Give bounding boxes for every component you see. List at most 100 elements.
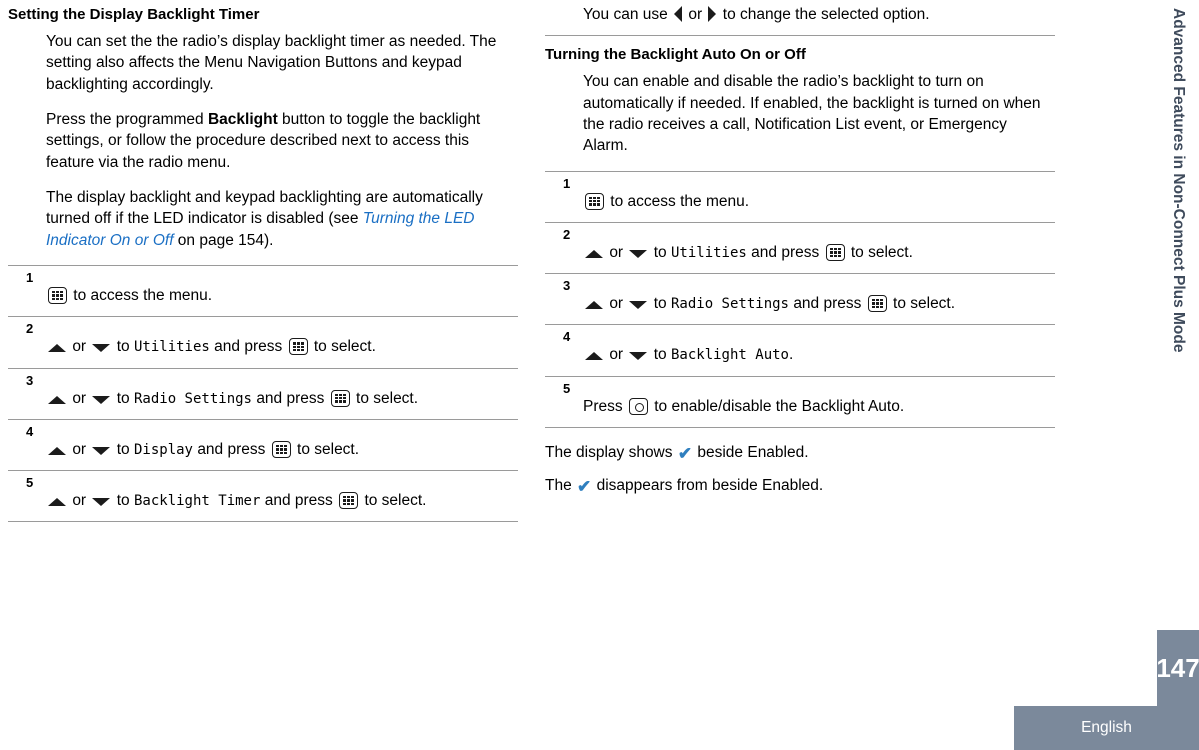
left-step-3-to-select: to select. <box>356 389 419 407</box>
left-step-2-to: to <box>116 338 130 356</box>
right-step-4-body: or to Backlight Auto. <box>583 329 1055 366</box>
right-step-3-or: or <box>609 295 624 313</box>
right-step-5-number: 5 <box>563 380 571 396</box>
arrow-up-icon <box>48 395 66 404</box>
left-paragraph-3: The display backlight and keypad backlig… <box>8 187 518 251</box>
arrow-down-icon <box>629 352 648 361</box>
left-step-5-to: to <box>116 492 130 510</box>
right-step-5-tail: to enable/disable the Backlight Auto. <box>649 397 905 415</box>
arrow-up-icon <box>585 301 603 310</box>
right-step-1-text: to access the menu. <box>606 192 750 210</box>
ok-key-icon <box>628 397 648 415</box>
right-step-2-to: to <box>653 243 667 261</box>
right-top-note-pre: You can use <box>583 6 673 23</box>
arrow-up-icon <box>48 344 66 353</box>
arrow-up-icon <box>585 249 603 258</box>
left-step-4: 4 or to Display and press to select. <box>8 418 518 470</box>
running-head-tab: Advanced Features in Non-Connect Plus Mo… <box>1157 0 1199 630</box>
left-step-3-menu: Radio Settings <box>133 390 252 407</box>
left-step-3-body: or to Radio Settings and press to select… <box>46 373 518 410</box>
menu-key-icon <box>825 243 845 261</box>
arrow-down-icon <box>92 498 111 507</box>
left-step-3-or: or <box>72 389 87 407</box>
left-step-5-to-select: to select. <box>364 492 427 510</box>
left-step-4-or: or <box>72 440 87 458</box>
left-step-4-to: to <box>116 440 130 458</box>
left-step-4-menu: Display <box>133 441 193 458</box>
right-step-2-body: or to Utilities and press to select. <box>583 227 1055 264</box>
left-step-1-text: to access the menu. <box>69 287 213 305</box>
left-step-4-and-press: and press <box>197 440 266 458</box>
arrow-down-icon <box>92 344 111 353</box>
check-mark-icon: ✔ <box>677 443 693 463</box>
left-step-5-and-press: and press <box>264 492 333 510</box>
left-step-2-body: or to Utilities and press to select. <box>46 321 518 358</box>
left-step-1: 1 to access the menu. <box>8 265 518 316</box>
right-step-3-to-select: to select. <box>893 295 956 313</box>
right-step-5-body: Press to enable/disable the Backlight Au… <box>583 381 1055 418</box>
left-step-1-number: 1 <box>26 270 34 286</box>
left-step-2-or: or <box>72 338 87 356</box>
left-step-3: 3 or to Radio Settings and press to sele… <box>8 367 518 419</box>
left-step-1-body: to access the menu. <box>46 270 518 307</box>
right-step-3-to: to <box>653 295 667 313</box>
right-result-1-pre: The display shows <box>545 443 677 461</box>
left-step-3-and-press: and press <box>256 389 325 407</box>
left-step-2-menu: Utilities <box>133 339 210 356</box>
left-step-2: 2 or to Utilities and press to select. <box>8 316 518 367</box>
right-step-1-body: to access the menu. <box>583 176 1055 213</box>
right-step-2-number: 2 <box>563 226 571 242</box>
right-step-4-or: or <box>609 346 624 364</box>
left-paragraph-3-post: on page 154). <box>173 231 274 249</box>
right-step-5-press: Press <box>583 397 623 415</box>
left-step-2-to-select: to select. <box>313 338 376 356</box>
right-step-4-number: 4 <box>563 329 571 345</box>
running-head-text: Advanced Features in Non-Connect Plus Mo… <box>1170 8 1187 353</box>
right-step-4-to-select: . <box>789 346 794 364</box>
right-top-note-or: or <box>684 6 707 23</box>
menu-key-icon <box>339 492 359 510</box>
right-result-2-pre: The <box>545 477 577 495</box>
left-step-4-to-select: to select. <box>297 440 360 458</box>
right-result-2-post: disappears from beside Enabled. <box>592 477 824 495</box>
left-column: Setting the Display Backlight Timer You … <box>8 0 518 523</box>
arrow-down-icon <box>92 395 111 404</box>
right-divider <box>545 35 1055 37</box>
menu-key-icon <box>48 287 67 305</box>
arrow-down-icon <box>629 301 648 310</box>
document-page: Setting the Display Backlight Timer You … <box>0 0 1199 750</box>
arrow-up-icon <box>48 446 66 455</box>
left-step-5-menu: Backlight Timer <box>133 493 261 510</box>
right-step-3: 3 or to Radio Settings and press to sele… <box>545 273 1055 324</box>
right-step-1-number: 1 <box>563 175 571 191</box>
left-step-5-body: or to Backlight Timer and press to selec… <box>46 475 518 512</box>
right-result-1-post: beside Enabled. <box>693 443 809 461</box>
menu-key-icon <box>288 338 308 356</box>
check-mark-icon: ✔ <box>577 477 592 497</box>
arrow-down-icon <box>629 249 648 258</box>
left-step-5-or: or <box>72 492 87 510</box>
right-step-4: 4 or to Backlight Auto. <box>545 324 1055 375</box>
right-step-2-to-select: to select. <box>850 243 913 261</box>
left-paragraph-2-pre: Press the programmed <box>46 110 208 128</box>
left-step-3-number: 3 <box>26 372 34 388</box>
left-step-5-number: 5 <box>26 475 34 491</box>
right-step-1: 1 to access the menu. <box>545 170 1055 222</box>
language-label: English <box>1014 706 1199 750</box>
page-number: 147 <box>1156 630 1199 706</box>
arrow-left-icon <box>674 6 683 22</box>
arrow-down-icon <box>92 446 111 455</box>
arrow-up-icon <box>585 352 603 361</box>
menu-key-icon <box>585 192 604 210</box>
left-section-title: Setting the Display Backlight Timer <box>8 6 260 23</box>
arrow-up-icon <box>48 498 66 507</box>
arrow-right-icon <box>708 6 717 22</box>
menu-key-icon <box>330 389 350 407</box>
left-step-list: 1 to access the menu. 2 or to Utilities … <box>8 265 518 523</box>
right-step-2-and-press: and press <box>751 243 820 261</box>
right-step-5: 5 Press to enable/disable the Backlight … <box>545 375 1055 428</box>
right-step-4-to: to <box>653 346 667 364</box>
right-top-note-post: to change the selected option. <box>718 6 930 23</box>
right-step-4-menu: Backlight Auto <box>670 347 789 364</box>
left-step-4-body: or to Display and press to select. <box>46 424 518 461</box>
